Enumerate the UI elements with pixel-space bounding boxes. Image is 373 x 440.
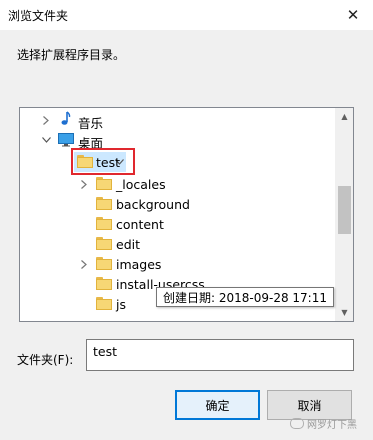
scroll-down-arrow-icon[interactable]: ▼ (336, 304, 353, 321)
selection-highlight (71, 148, 135, 175)
window-title: 浏览文件夹 (8, 9, 69, 23)
dialog-prompt: 选择扩展程序目录。 (17, 48, 126, 62)
tree-item[interactable]: edit (20, 234, 338, 254)
title-bar: 浏览文件夹 ✕ (0, 0, 373, 31)
folder-field-label: 文件夹(F): (17, 353, 74, 367)
chevron-right-icon[interactable] (78, 174, 90, 194)
tree-item-label: content (116, 217, 164, 232)
chevron-right-icon[interactable] (78, 254, 90, 274)
chat-bubble-icon (290, 418, 304, 429)
folder-icon (96, 217, 112, 231)
tree-item[interactable]: 桌面 (20, 130, 338, 151)
folder-icon (96, 237, 112, 251)
desktop-icon (58, 133, 74, 147)
scroll-up-arrow-icon[interactable]: ▲ (336, 108, 353, 125)
tree-item-label: _locales (116, 177, 166, 192)
tree-item-label: js (116, 297, 126, 312)
chevron-down-icon[interactable] (40, 130, 52, 150)
folder-icon (96, 257, 112, 271)
folder-name-input[interactable]: test (86, 339, 354, 371)
scrollbar-thumb[interactable] (338, 186, 351, 234)
tree-item[interactable]: 音乐 (20, 110, 338, 131)
tree-item-label: edit (116, 237, 140, 252)
created-date-tooltip: 创建日期: 2018-09-28 17:11 (156, 287, 334, 307)
watermark-text: 网罗灯下黑 (307, 420, 357, 431)
tree-item[interactable]: _locales (20, 174, 338, 194)
watermark: 网罗灯下黑 (290, 416, 357, 431)
chevron-right-icon[interactable] (40, 110, 52, 130)
close-icon: ✕ (346, 6, 360, 24)
folder-icon (96, 197, 112, 211)
tree-item-label: background (116, 197, 190, 212)
tree-item[interactable]: content (20, 214, 338, 234)
tree-item[interactable]: images (20, 254, 338, 274)
folder-icon (96, 277, 112, 291)
vertical-scrollbar[interactable]: ▲ ▼ (335, 108, 353, 321)
close-button[interactable]: ✕ (333, 0, 373, 30)
tree-item[interactable]: background (20, 194, 338, 214)
music-note-icon (58, 111, 74, 127)
folder-icon (96, 297, 112, 311)
folder-icon (96, 177, 112, 191)
ok-button[interactable]: 确定 (175, 390, 260, 420)
tree-item-label: images (116, 257, 162, 272)
